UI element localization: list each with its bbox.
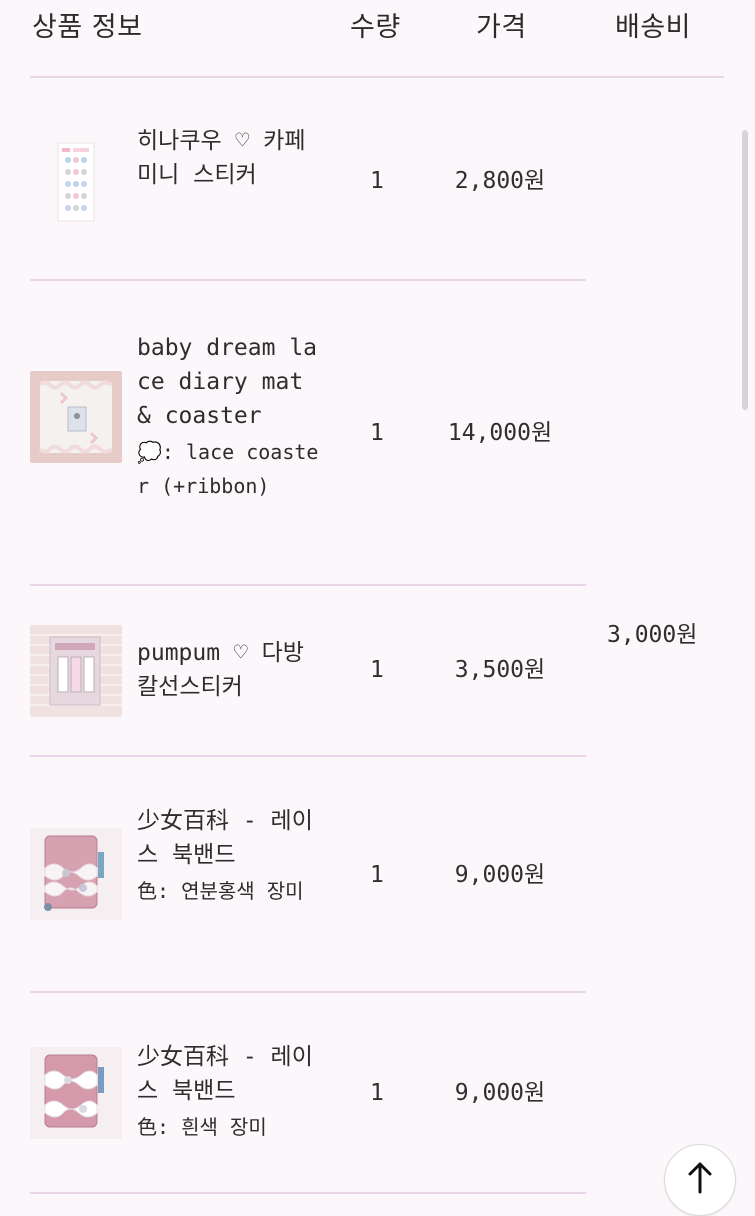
header-divider (30, 76, 724, 78)
item-quantity: 1 (370, 168, 384, 194)
item-price: 9,000원 (454, 862, 546, 888)
cart-item: 少女百科 - 레이스 북밴드 色: 흰색 장미 1 9,000원 (0, 1040, 600, 1160)
product-option: 色: 연분홍색 장미 (137, 879, 304, 903)
item-quantity: 1 (370, 657, 384, 683)
cart-item: 少女百科 - 레이스 북밴드 色: 연분홍색 장미 1 9,000원 (0, 802, 600, 962)
product-name[interactable]: baby dream lace diary mat & coaster (137, 331, 319, 433)
header-shipping: 배송비 (615, 12, 692, 43)
row-divider (30, 279, 586, 281)
row-divider (30, 584, 586, 586)
product-name[interactable]: 히나쿠우 ♡ 카페 미니 스티커 (137, 124, 319, 192)
arrow-up-icon (688, 1162, 712, 1194)
product-thumbnail[interactable] (30, 1047, 122, 1139)
header-product-info: 상품 정보 (32, 12, 143, 43)
header-price: 가격 (476, 12, 527, 43)
product-name[interactable]: pumpum ♡ 다방 칼선스티커 (137, 636, 319, 704)
row-divider (30, 991, 586, 993)
shipping-fee: 3,000원 (607, 622, 698, 648)
table-header: 상품 정보 수량 가격 배송비 (0, 0, 755, 78)
header-quantity: 수량 (350, 12, 401, 43)
item-price: 3,500원 (454, 657, 546, 683)
product-thumbnail[interactable] (30, 828, 122, 920)
product-thumbnail[interactable] (30, 371, 122, 463)
product-option: 💭: lace coaster (+ribbon) (137, 440, 319, 498)
item-quantity: 1 (370, 862, 384, 888)
product-name[interactable]: 少女百科 - 레이스 북밴드 (137, 1040, 319, 1108)
scrollbar[interactable] (742, 130, 748, 410)
item-quantity: 1 (370, 420, 384, 446)
product-name[interactable]: 少女百科 - 레이스 북밴드 (137, 804, 319, 872)
item-price: 2,800원 (454, 168, 546, 194)
scroll-top-button[interactable] (664, 1144, 736, 1216)
product-thumbnail[interactable] (30, 625, 122, 717)
item-price: 14,000원 (447, 420, 553, 446)
product-thumbnail[interactable] (30, 136, 122, 228)
cart-item: 히나쿠우 ♡ 카페 미니 스티커 1 2,800원 (0, 120, 600, 280)
item-quantity: 1 (370, 1080, 384, 1106)
product-option: 色: 흰색 장미 (137, 1115, 267, 1139)
cart-item: baby dream lace diary mat & coaster 💭: l… (0, 327, 600, 577)
row-divider (30, 1192, 586, 1194)
item-price: 9,000원 (454, 1080, 546, 1106)
row-divider (30, 755, 586, 757)
cart-item: pumpum ♡ 다방 칼선스티커 1 3,500원 (0, 620, 600, 730)
